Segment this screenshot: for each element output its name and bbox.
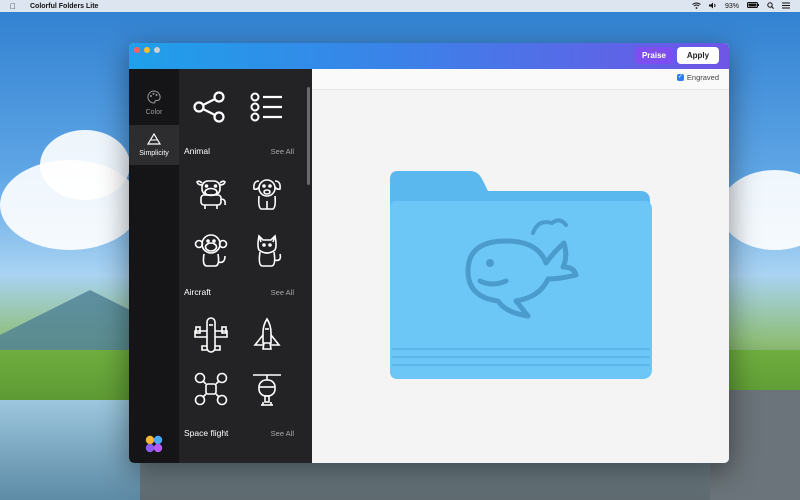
- water: [0, 400, 140, 500]
- preview-toolbar: ✓ Engraved: [312, 69, 729, 90]
- helicopter-icon[interactable]: [249, 371, 285, 407]
- apply-button[interactable]: Apply: [677, 47, 719, 64]
- drone-icon[interactable]: [193, 371, 229, 407]
- cloud: [40, 130, 130, 200]
- whale-eye: [486, 259, 494, 267]
- section-header-space-flight: Space flight See All: [184, 428, 294, 438]
- zoom-window-button[interactable]: [154, 47, 160, 53]
- rail-item-simplicity[interactable]: Simplicity: [129, 125, 179, 165]
- engraved-checkbox[interactable]: ✓ Engraved: [676, 73, 719, 82]
- app-window: Praise Apply Color Simplicity Animal See…: [129, 43, 729, 463]
- titlebar: Praise Apply: [129, 43, 729, 69]
- icon-library-panel: Animal See All Aircraft See All Space fl…: [179, 69, 312, 463]
- menubar-app-name[interactable]: Colorful Folders Lite: [30, 3, 98, 10]
- section-title: Aircraft: [184, 287, 211, 297]
- checkbox-checked-icon[interactable]: ✓: [676, 74, 684, 81]
- share-icon[interactable]: [191, 89, 227, 125]
- menubar-status-area: 93%: [692, 1, 790, 11]
- wifi-icon[interactable]: [692, 2, 701, 11]
- battery-percent: 93%: [724, 2, 739, 10]
- control-center-icon[interactable]: [782, 2, 790, 11]
- volume-icon[interactable]: [708, 2, 717, 11]
- dog-icon[interactable]: [249, 175, 285, 211]
- section-title: Animal: [184, 146, 210, 156]
- app-logo-icon: [145, 435, 163, 453]
- palette-icon: [147, 90, 161, 109]
- shuttle-icon[interactable]: [249, 317, 285, 353]
- airplane-icon[interactable]: [193, 317, 229, 353]
- section-header-aircraft: Aircraft See All: [184, 287, 294, 297]
- engraved-label: Engraved: [686, 73, 719, 82]
- section-header-animal: Animal See All: [184, 146, 294, 156]
- praise-button[interactable]: Praise: [634, 47, 673, 64]
- monkey-icon[interactable]: [193, 232, 229, 268]
- rail-item-label: Simplicity: [139, 150, 169, 157]
- category-rail: Color Simplicity: [129, 69, 179, 463]
- battery-icon[interactable]: [747, 2, 759, 10]
- panel-scrollbar[interactable]: [307, 87, 310, 185]
- apple-icon[interactable]: : [8, 2, 18, 11]
- minimize-window-button[interactable]: [144, 47, 150, 53]
- see-all-link[interactable]: See All: [271, 288, 294, 297]
- cow-icon[interactable]: [193, 175, 229, 211]
- list-icon[interactable]: [249, 89, 285, 125]
- close-window-button[interactable]: [134, 47, 140, 53]
- search-icon[interactable]: [767, 1, 774, 11]
- see-all-link[interactable]: See All: [271, 147, 294, 156]
- folder-preview-area: ✓ Engraved: [312, 69, 729, 463]
- see-all-link[interactable]: See All: [271, 429, 294, 438]
- menubar:  Colorful Folders Lite 93%: [0, 0, 800, 12]
- rail-item-label: Color: [145, 109, 163, 116]
- rail-item-color[interactable]: Color: [129, 83, 179, 123]
- triangle-icon: [146, 132, 162, 150]
- folder-preview: [390, 171, 652, 379]
- cloud: [720, 170, 800, 250]
- section-title: Space flight: [184, 428, 229, 438]
- cat-icon[interactable]: [249, 232, 285, 268]
